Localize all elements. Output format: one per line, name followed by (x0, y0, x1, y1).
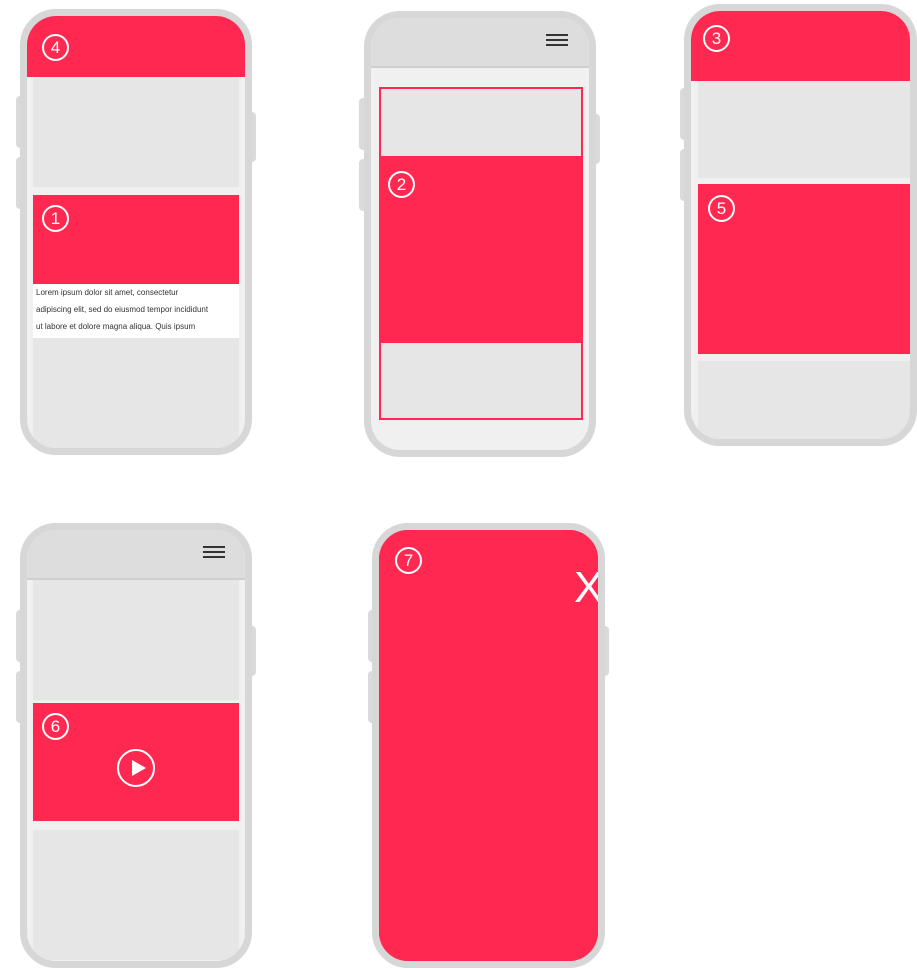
phone-mockup-2: 2 (364, 11, 596, 457)
top-navigation-bar (27, 530, 245, 580)
content-banner: 5 (698, 184, 910, 354)
hamburger-icon[interactable] (203, 546, 225, 558)
phone-mockup-3: 3 5 (684, 4, 917, 446)
text-area: Lorem ipsum dolor sit amet, consectetur … (33, 284, 239, 338)
content-block (33, 830, 239, 960)
top-navigation-bar (371, 18, 589, 68)
step-number-badge: 2 (388, 171, 415, 198)
body-text: Lorem ipsum dolor sit amet, consectetur … (36, 288, 209, 331)
content-banner: 2 (379, 156, 583, 343)
phone-mockup-4: 6 (20, 523, 252, 968)
step-number-badge: 3 (703, 25, 730, 52)
content-banner: 1 (33, 195, 239, 284)
content-block (33, 580, 239, 700)
phone-mockup-5: 7 X (372, 523, 605, 968)
hamburger-icon[interactable] (546, 34, 568, 46)
content-block (33, 77, 239, 187)
step-number-badge: 4 (42, 34, 69, 61)
step-number-badge: 5 (708, 195, 735, 222)
header-banner: 3 (691, 11, 910, 81)
video-banner: 6 (33, 703, 239, 821)
fullscreen-overlay: 7 X (379, 530, 598, 961)
step-number-badge: 7 (395, 547, 422, 574)
step-number-badge: 1 (42, 205, 69, 232)
header-banner: 4 (27, 16, 245, 77)
content-block (698, 361, 910, 439)
step-number-badge: 6 (42, 713, 69, 740)
play-icon[interactable] (117, 749, 155, 787)
content-block (698, 81, 910, 178)
phone-mockup-1: 4 1 Lorem ipsum dolor sit amet, consecte… (20, 9, 252, 455)
close-icon[interactable]: X (574, 566, 598, 610)
content-block (33, 338, 239, 448)
